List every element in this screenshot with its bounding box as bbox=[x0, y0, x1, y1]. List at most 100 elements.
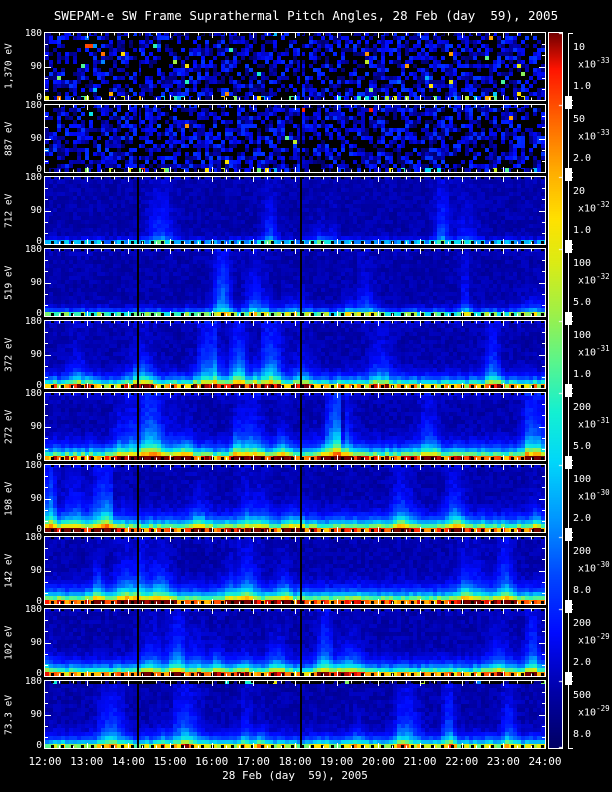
scale-boundary-marker bbox=[565, 312, 572, 325]
y-tick-label: 0 bbox=[36, 740, 42, 751]
scale-min-label: 5.0 bbox=[573, 441, 592, 452]
scale-boundary-marker bbox=[565, 240, 572, 253]
scale-tick bbox=[568, 177, 573, 178]
scale-min-label: 2.0 bbox=[573, 513, 592, 524]
scale-max-label: 50 bbox=[573, 114, 586, 125]
scale-tick bbox=[568, 681, 573, 682]
scale-tick bbox=[568, 609, 573, 610]
scale-tick bbox=[568, 465, 573, 466]
scale-max-label: 500 bbox=[573, 690, 592, 701]
y-tick-label: 90 bbox=[30, 636, 42, 648]
pitch-angle-heatmap bbox=[45, 321, 545, 388]
scale-boundary-marker bbox=[565, 384, 572, 397]
scale-exponent-label: x10-33 bbox=[578, 56, 610, 71]
pitch-angle-heatmap bbox=[45, 681, 545, 748]
scale-tick bbox=[568, 249, 573, 250]
scale-exponent-label: x10-31 bbox=[578, 344, 610, 359]
y-tick-label: 180 bbox=[24, 604, 42, 615]
scale-exponent-label: x10-31 bbox=[578, 416, 610, 431]
energy-label: 887 eV bbox=[3, 121, 15, 156]
y-tick-label: 90 bbox=[30, 420, 42, 432]
scale-max-label: 10 bbox=[573, 42, 586, 53]
scale-exponent-label: x10-33 bbox=[578, 128, 610, 143]
scale-boundary-marker bbox=[565, 456, 572, 469]
spectrogram-panel bbox=[44, 392, 546, 461]
y-tick-label: 180 bbox=[24, 532, 42, 543]
x-tick-label: 23:00 bbox=[486, 755, 520, 768]
energy-label: 73.3 eV bbox=[3, 694, 15, 735]
x-tick-label: 16:00 bbox=[195, 755, 229, 768]
y-tick-label: 180 bbox=[24, 676, 42, 687]
pitch-angle-heatmap bbox=[45, 393, 545, 460]
scale-min-label: 8.0 bbox=[573, 585, 592, 596]
pitch-angle-heatmap bbox=[45, 177, 545, 244]
spectrogram-panel bbox=[44, 320, 546, 389]
spectrogram-panel bbox=[44, 464, 546, 533]
spectrogram-panel bbox=[44, 176, 546, 245]
y-tick-label: 90 bbox=[30, 204, 42, 216]
pitch-angle-heatmap bbox=[45, 609, 545, 676]
scale-tick bbox=[568, 105, 573, 106]
pitch-angle-heatmap bbox=[45, 537, 545, 604]
y-tick-label: 90 bbox=[30, 348, 42, 360]
energy-label: 142 eV bbox=[3, 553, 15, 588]
scale-tick bbox=[568, 33, 573, 34]
figure: SWEPAM-e SW Frame Suprathermal Pitch Ang… bbox=[0, 0, 612, 792]
scale-min-label: 8.0 bbox=[573, 729, 592, 740]
spectrogram-panel bbox=[44, 608, 546, 677]
x-tick-label: 14:00 bbox=[111, 755, 145, 768]
energy-label: 198 eV bbox=[3, 481, 15, 516]
scale-max-label: 100 bbox=[573, 258, 592, 269]
scale-exponent-label: x10-30 bbox=[578, 488, 610, 503]
scale-min-label: 1.0 bbox=[573, 225, 592, 236]
y-tick-label: 90 bbox=[30, 276, 42, 288]
x-tick-label: 12:00 bbox=[28, 755, 62, 768]
x-tick-label: 20:00 bbox=[361, 755, 395, 768]
plot-title: SWEPAM-e SW Frame Suprathermal Pitch Ang… bbox=[53, 8, 559, 23]
scale-min-label: 2.0 bbox=[573, 657, 592, 668]
spectrogram-panel bbox=[44, 104, 546, 173]
pitch-angle-heatmap bbox=[45, 465, 545, 532]
y-tick-label: 90 bbox=[30, 60, 42, 72]
energy-label: 712 eV bbox=[3, 193, 15, 228]
scale-exponent-label: x10-29 bbox=[578, 704, 610, 719]
y-tick-label: 90 bbox=[30, 492, 42, 504]
spectrogram-panel bbox=[44, 536, 546, 605]
x-tick-label: 22:00 bbox=[445, 755, 479, 768]
y-tick-label: 180 bbox=[24, 172, 42, 183]
scale-min-label: 1.0 bbox=[573, 81, 592, 92]
scale-boundary-marker bbox=[565, 528, 572, 541]
y-tick-label: 180 bbox=[24, 100, 42, 111]
colorbar bbox=[548, 32, 563, 749]
scale-exponent-label: x10-30 bbox=[578, 560, 610, 575]
spectrogram-panel bbox=[44, 248, 546, 317]
energy-label: 372 eV bbox=[3, 337, 15, 372]
scale-max-label: 200 bbox=[573, 618, 592, 629]
x-axis-title: 28 Feb (day 59), 2005 bbox=[222, 769, 368, 782]
y-tick-label: 90 bbox=[30, 564, 42, 576]
scale-boundary-marker bbox=[565, 168, 572, 181]
scale-max-label: 200 bbox=[573, 402, 592, 413]
y-tick-label: 90 bbox=[30, 132, 42, 144]
x-tick-label: 18:00 bbox=[278, 755, 312, 768]
scale-max-label: 200 bbox=[573, 546, 592, 557]
scale-boundary-marker bbox=[565, 96, 572, 109]
scale-min-label: 5.0 bbox=[573, 297, 592, 308]
pitch-angle-heatmap bbox=[45, 33, 545, 100]
spectrogram-panel bbox=[44, 680, 546, 749]
energy-label: 102 eV bbox=[3, 625, 15, 660]
y-tick-label: 180 bbox=[24, 316, 42, 327]
y-tick-label: 90 bbox=[30, 708, 42, 720]
scale-max-label: 20 bbox=[573, 186, 586, 197]
scale-tick bbox=[568, 748, 573, 749]
x-tick-label: 21:00 bbox=[403, 755, 437, 768]
energy-label: 1,370 eV bbox=[3, 43, 15, 90]
scale-tick bbox=[568, 393, 573, 394]
spectrogram-panel bbox=[44, 32, 546, 101]
x-tick-label: 24:00 bbox=[528, 755, 562, 768]
scale-tick bbox=[568, 321, 573, 322]
scale-boundary-marker bbox=[565, 672, 572, 685]
scale-max-label: 100 bbox=[573, 474, 592, 485]
scale-max-label: 100 bbox=[573, 330, 592, 341]
x-tick-label: 15:00 bbox=[153, 755, 187, 768]
